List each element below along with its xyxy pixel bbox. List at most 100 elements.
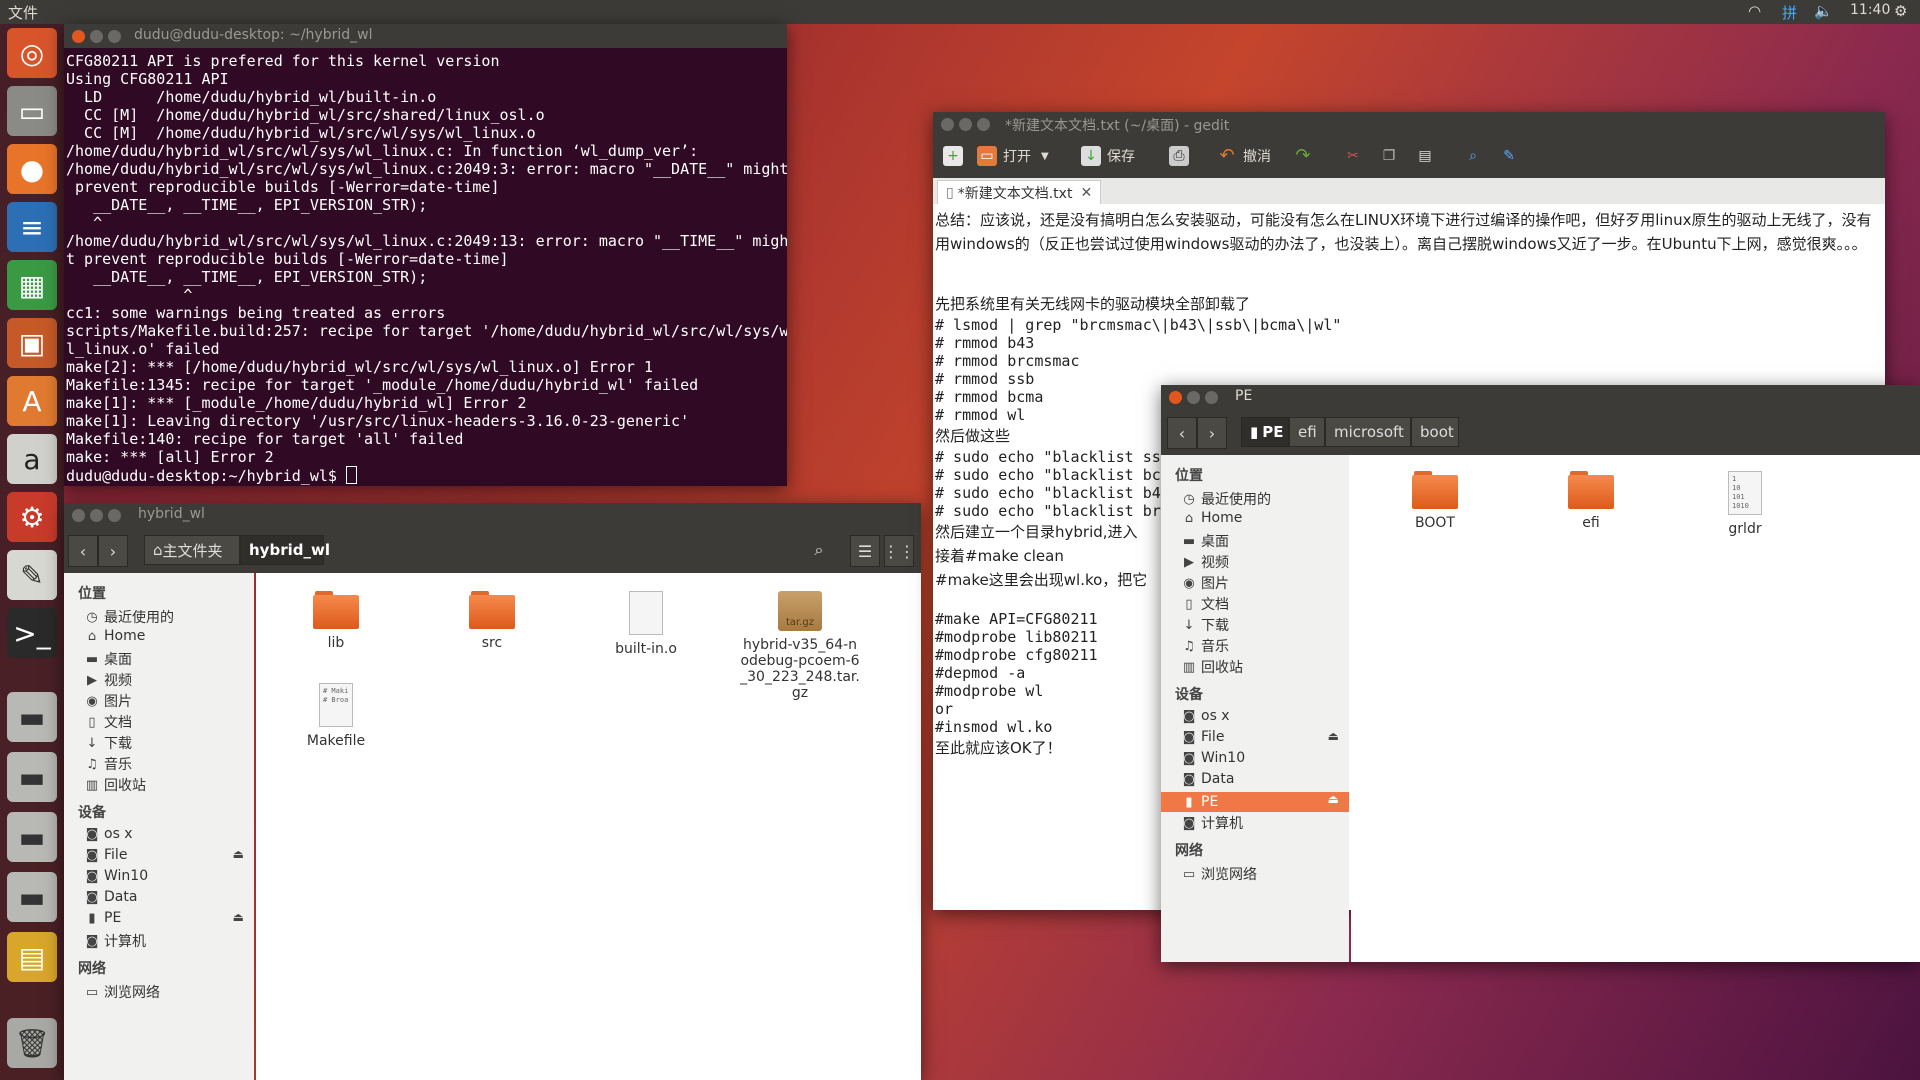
writer-icon[interactable]: ≡ <box>7 202 57 252</box>
print-button[interactable]: ⎙ <box>1169 146 1195 166</box>
tab-document[interactable]: ▯ *新建文本文档.txt ✕ <box>937 180 1102 205</box>
amazon-icon[interactable]: a <box>7 434 57 484</box>
undo-button[interactable]: ↶ 撤消 <box>1217 146 1271 166</box>
sidebar-item[interactable]: ◙ os x <box>1181 708 1230 724</box>
file-item[interactable]: BOOT <box>1375 471 1495 531</box>
minimize-icon[interactable] <box>90 509 103 522</box>
eject-icon[interactable]: ⏏ <box>1328 729 1339 743</box>
terminal-titlebar[interactable]: dudu@dudu-desktop: ~/hybrid_wl <box>64 24 787 48</box>
files-titlebar[interactable]: PE <box>1161 385 1920 409</box>
sidebar-item[interactable]: ▥ 回收站 <box>84 775 146 795</box>
ubuntu-dash-icon[interactable]: ◎ <box>7 28 57 78</box>
save-button[interactable]: ↓ 保存 <box>1081 146 1135 166</box>
sidebar-item[interactable]: ↓ 下载 <box>84 733 132 753</box>
sidebar-item[interactable]: ▥ 回收站 <box>1181 657 1243 677</box>
open-button[interactable]: ▭ 打开 ▼ <box>977 146 1049 166</box>
workspace-icon[interactable]: ▤ <box>7 932 57 982</box>
sidebar-item[interactable]: ◷ 最近使用的 <box>84 607 174 627</box>
clock[interactable]: 11:40 <box>1850 2 1890 18</box>
sidebar-item[interactable]: ↓ 下载 <box>1181 615 1229 635</box>
minimize-icon[interactable] <box>959 118 972 131</box>
app-menu-file[interactable]: 文件 <box>8 2 38 23</box>
copy-button[interactable]: ❐ <box>1379 146 1405 166</box>
file-item[interactable]: built-in.o <box>586 591 706 657</box>
trash-icon[interactable]: 🗑 <box>7 1018 57 1068</box>
eject-icon[interactable]: ⏏ <box>1328 792 1339 806</box>
sidebar-item[interactable]: ▯ 文档 <box>84 712 132 732</box>
file-item[interactable]: src <box>432 591 552 651</box>
chevron-down-icon[interactable]: ▼ <box>1041 151 1049 162</box>
input-method-icon[interactable]: 拼 <box>1782 2 1797 23</box>
sidebar-item[interactable]: ▶ 视频 <box>84 670 132 690</box>
sidebar-item[interactable]: ▮ PE <box>1161 792 1349 812</box>
minimize-icon[interactable] <box>90 30 103 43</box>
sidebar-item[interactable]: ▶ 视频 <box>1181 552 1229 572</box>
sidebar-item[interactable]: ◙ os x <box>84 826 133 842</box>
terminal-icon[interactable]: >_ <box>7 608 57 658</box>
breadcrumb-pe[interactable]: ▮ PE <box>1241 417 1289 447</box>
maximize-icon[interactable] <box>108 30 121 43</box>
file-item[interactable]: efi <box>1531 471 1651 531</box>
search-icon[interactable]: ⌕ <box>805 535 833 565</box>
impress-icon[interactable]: ▣ <box>7 318 57 368</box>
sidebar-item[interactable]: ◉ 图片 <box>1181 573 1229 593</box>
sidebar-item[interactable]: ◙ 计算机 <box>1181 813 1243 833</box>
sidebar-item[interactable]: ▬ 桌面 <box>84 649 132 669</box>
sidebar-item[interactable]: ⌂ Home <box>84 628 145 644</box>
sidebar-item[interactable]: ♫ 音乐 <box>84 754 132 774</box>
gedit-titlebar[interactable]: *新建文本文档.txt (~/桌面) - gedit <box>933 112 1885 136</box>
eject-icon[interactable]: ⏏ <box>233 847 244 861</box>
back-button[interactable]: ‹ <box>1167 417 1197 449</box>
minimize-icon[interactable] <box>1187 391 1200 404</box>
sidebar-item[interactable]: ◙ Data <box>84 889 138 905</box>
forward-button[interactable]: › <box>1197 417 1227 449</box>
breadcrumb-home[interactable]: ⌂ 主文件夹 <box>144 535 240 565</box>
breadcrumb-microsoft[interactable]: microsoft <box>1325 417 1411 447</box>
close-icon[interactable] <box>72 509 85 522</box>
sidebar-item[interactable]: ♫ 音乐 <box>1181 636 1229 656</box>
breadcrumb-boot[interactable]: boot <box>1411 417 1459 447</box>
gedit-icon[interactable]: ✎ <box>7 550 57 600</box>
eject-icon[interactable]: ⏏ <box>233 910 244 924</box>
file-item[interactable]: 1 10 101 1010 grldr <box>1685 471 1805 537</box>
find-button[interactable]: ⌕ <box>1463 146 1489 166</box>
sidebar-item[interactable]: ◙ 计算机 <box>84 931 146 951</box>
forward-button[interactable]: › <box>98 535 128 567</box>
sidebar-item[interactable]: ◉ 图片 <box>84 691 132 711</box>
sidebar-item[interactable]: ▭ 浏览网络 <box>84 982 160 1002</box>
grid-view-icon[interactable]: ⋮⋮ <box>883 535 915 567</box>
sidebar-item[interactable]: ▯ 文档 <box>1181 594 1229 614</box>
sidebar-item[interactable]: ◙ File <box>1181 729 1225 745</box>
file-item[interactable]: tar.gz hybrid-v35_64-nodebug-pcoem-6_30_2… <box>740 591 860 701</box>
sidebar-item[interactable]: ▭ 浏览网络 <box>1181 864 1257 884</box>
sidebar-item[interactable]: ◙ Win10 <box>84 868 148 884</box>
maximize-icon[interactable] <box>977 118 990 131</box>
sidebar-item[interactable]: ◷ 最近使用的 <box>1181 489 1271 509</box>
files-content[interactable]: BOOT efi 1 10 101 1010 grldr <box>1351 455 1920 962</box>
breadcrumb-efi[interactable]: efi <box>1289 417 1325 447</box>
cut-button[interactable]: ✂ <box>1343 146 1369 166</box>
file-item[interactable]: lib <box>276 591 396 651</box>
files-window-hybrid-wl[interactable]: hybrid_wl ‹ › ⌂ 主文件夹 hybrid_wl ⌕ ☰ ⋮⋮ 位置 ◷… <box>64 503 921 1080</box>
breadcrumb-hybrid-wl[interactable]: hybrid_wl <box>240 535 330 565</box>
close-icon[interactable] <box>1169 391 1182 404</box>
sidebar-item[interactable]: ◙ Win10 <box>1181 750 1245 766</box>
terminal-prompt-line[interactable]: dudu@dudu-desktop:~/hybrid_wl$ <box>66 466 785 485</box>
replace-button[interactable]: ✎ <box>1499 146 1525 166</box>
volume-icon[interactable]: 🔈 <box>1814 2 1833 20</box>
sidebar-item[interactable]: ⌂ Home <box>1181 510 1242 526</box>
redo-button[interactable]: ↷ <box>1293 146 1319 166</box>
maximize-icon[interactable] <box>1205 391 1218 404</box>
drive-icon[interactable]: ▬ <box>7 692 57 742</box>
software-center-icon[interactable]: A <box>7 376 57 426</box>
drive-icon[interactable]: ▬ <box>7 812 57 862</box>
terminal-output[interactable]: CFG80211 API is prefered for this kernel… <box>66 52 787 486</box>
list-view-icon[interactable]: ☰ <box>850 535 880 567</box>
close-icon[interactable] <box>941 118 954 131</box>
wifi-icon[interactable]: ◠ <box>1748 2 1761 20</box>
files-window-pe[interactable]: PE ‹ › ▮ PE efi microsoft boot 位置 ◷ 最近使用的 ⌂ H… <box>1161 385 1920 962</box>
sidebar-item[interactable]: ◙ File <box>84 847 128 863</box>
files-icon[interactable]: ▭ <box>7 86 57 136</box>
close-icon[interactable] <box>72 30 85 43</box>
back-button[interactable]: ‹ <box>68 535 98 567</box>
